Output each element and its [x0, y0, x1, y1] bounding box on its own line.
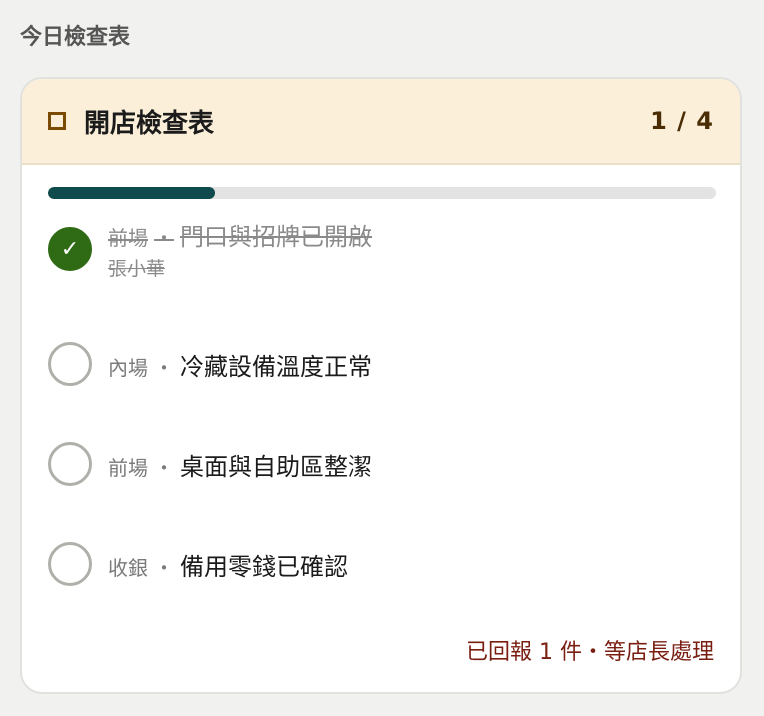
- progress-fill: [48, 187, 215, 199]
- item-line: 前場・門口與招牌已開啟: [108, 217, 372, 252]
- item-separator: ・: [154, 555, 174, 580]
- checklist-header: 開店檢查表 1 / 4: [22, 79, 740, 165]
- checklist-card: 開店檢查表 1 / 4 ✓ 前場・門口與招牌已開啟 張小華 內場・冷藏設備溫度正…: [20, 77, 742, 694]
- item-task: 門口與招牌已開啟: [180, 223, 372, 251]
- unchecked-circle-icon[interactable]: [48, 442, 92, 486]
- item-line: 前場・桌面與自助區整潔: [108, 447, 372, 482]
- checklist-item[interactable]: 收銀・備用零錢已確認: [48, 534, 716, 594]
- unchecked-circle-icon[interactable]: [48, 542, 92, 586]
- checklist-item[interactable]: 前場・桌面與自助區整潔: [48, 434, 716, 494]
- item-separator: ・: [154, 455, 174, 480]
- unchecked-circle-icon[interactable]: [48, 342, 92, 386]
- item-text: 前場・門口與招牌已開啟 張小華: [108, 217, 372, 281]
- item-line: 收銀・備用零錢已確認: [108, 547, 348, 582]
- section-title: 今日檢查表: [20, 25, 131, 50]
- item-area: 內場: [108, 355, 148, 380]
- checked-circle-icon[interactable]: ✓: [48, 227, 92, 271]
- checklist-item[interactable]: 內場・冷藏設備溫度正常: [48, 334, 716, 394]
- status-text: 已回報 1 件・等店長處理: [466, 640, 714, 665]
- item-area: 前場: [108, 455, 148, 480]
- item-completed-by: 張小華: [108, 258, 166, 280]
- item-area: 前場: [108, 226, 148, 250]
- item-task: 冷藏設備溫度正常: [180, 352, 372, 381]
- item-task: 桌面與自助區整潔: [180, 452, 372, 481]
- progress-bar: [48, 187, 716, 199]
- item-line: 內場・冷藏設備溫度正常: [108, 347, 372, 382]
- item-area: 收銀: [108, 555, 148, 580]
- checkmark-icon: ✓: [60, 236, 80, 262]
- checklist-count: 1 / 4: [650, 107, 714, 135]
- item-separator: ・: [154, 355, 174, 380]
- item-separator: ・: [154, 226, 174, 250]
- checklist-square-icon: [48, 112, 66, 130]
- checklist-item[interactable]: ✓ 前場・門口與招牌已開啟 張小華: [48, 209, 716, 289]
- checklist-title: 開店檢查表: [84, 108, 215, 139]
- item-task: 備用零錢已確認: [180, 552, 348, 581]
